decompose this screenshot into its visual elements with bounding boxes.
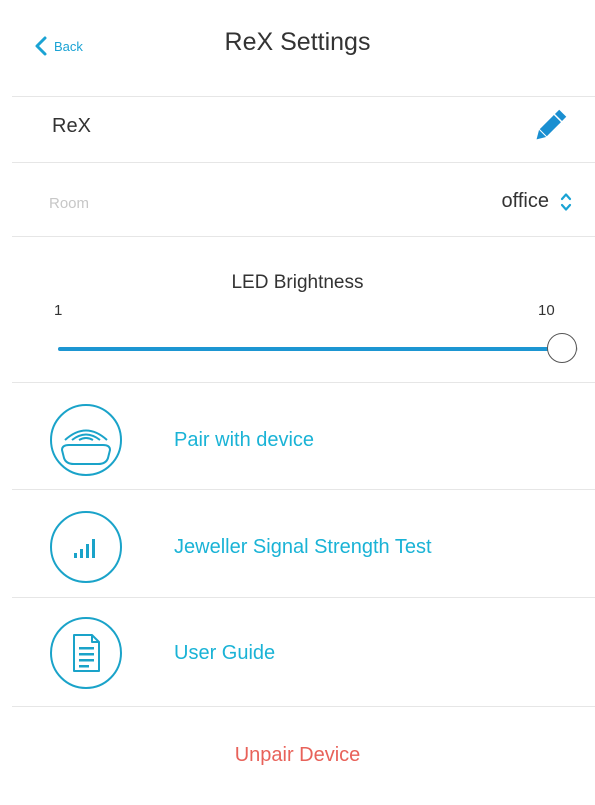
page-title: ReX Settings bbox=[224, 28, 371, 56]
edit-name-button[interactable] bbox=[530, 106, 570, 146]
slider-fill bbox=[58, 347, 562, 351]
divider bbox=[12, 706, 595, 707]
device-name: ReX bbox=[52, 115, 91, 137]
divider bbox=[12, 162, 595, 163]
user-guide-row[interactable]: User Guide bbox=[12, 601, 595, 699]
led-brightness-title: LED Brightness bbox=[231, 272, 364, 293]
header: Back ReX Settings bbox=[0, 0, 595, 96]
slider-thumb[interactable] bbox=[547, 333, 577, 363]
divider bbox=[12, 382, 595, 383]
signal-test-label: Jeweller Signal Strength Test bbox=[174, 536, 432, 558]
slider-min-label: 1 bbox=[54, 302, 63, 319]
unpair-device-button[interactable]: Unpair Device bbox=[0, 744, 595, 767]
pencil-icon bbox=[536, 109, 567, 140]
led-brightness-slider[interactable] bbox=[58, 330, 578, 366]
room-label: Room bbox=[49, 195, 90, 212]
pair-device-label: Pair with device bbox=[174, 429, 315, 451]
signal-strength-icon bbox=[50, 511, 122, 583]
settings-page: Back ReX Settings ReX Room office LED Br… bbox=[0, 0, 595, 805]
divider bbox=[12, 597, 595, 598]
divider bbox=[12, 489, 595, 490]
user-guide-icon bbox=[50, 617, 122, 689]
room-value: office bbox=[501, 190, 549, 212]
user-guide-label: User Guide bbox=[174, 642, 276, 664]
signal-test-row[interactable]: Jeweller Signal Strength Test bbox=[12, 495, 595, 593]
chevron-up-down-icon bbox=[560, 192, 572, 211]
room-select[interactable]: office bbox=[502, 190, 573, 213]
divider bbox=[12, 96, 595, 97]
slider-max-label: 10 bbox=[538, 302, 555, 319]
pair-device-row[interactable]: Pair with device bbox=[12, 388, 595, 486]
divider bbox=[12, 236, 595, 237]
pair-device-icon bbox=[50, 404, 122, 476]
